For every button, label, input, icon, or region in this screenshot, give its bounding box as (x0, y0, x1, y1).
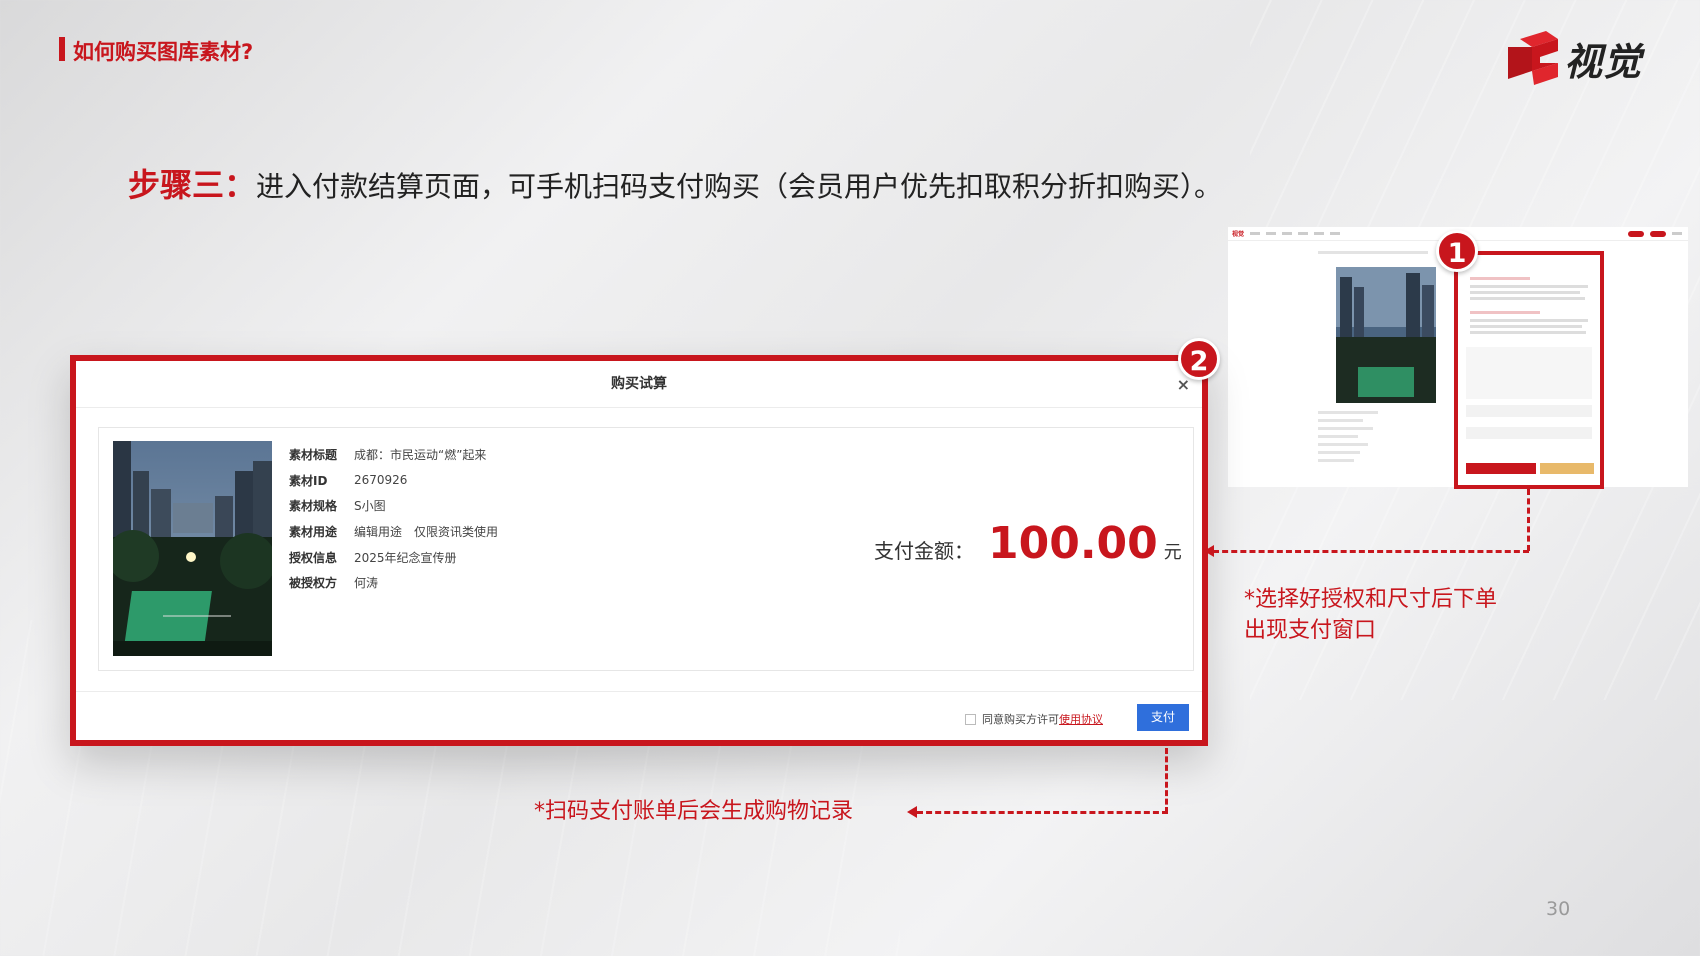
dialog-title: 购买试算 (611, 376, 667, 392)
agreement: 同意购买方许可使用协议 (965, 711, 1103, 727)
agreement-link[interactable]: 使用协议 (1059, 713, 1103, 726)
agree-text: 同意购买方许可 (982, 713, 1059, 726)
step-instruction: 步骤三：进入付款结算页面，可手机扫码支付购买（会员用户优先扣取积分折扣购买）。 (128, 160, 1222, 206)
pay-value: 100.00 (988, 518, 1158, 569)
order-fields: 素材标题 成都：市民运动“燃”起来 素材ID 2670926 素材规格 S小图 … (289, 442, 498, 596)
step-text: 进入付款结算页面，可手机扫码支付购买（会员用户优先扣取积分折扣购买）。 (256, 170, 1223, 203)
order-info-card: 素材标题 成都：市民运动“燃”起来 素材ID 2670926 素材规格 S小图 … (98, 427, 1194, 671)
note-bottom: *扫码支付账单后会生成购物记录 (534, 799, 854, 824)
field-row-license: 授权信息 2025年纪念宣传册 (289, 550, 457, 565)
page-title: 如何购买图库素材? (73, 40, 254, 64)
field-row-title: 素材标题 成都：市民运动“燃”起来 (289, 448, 487, 463)
dialog-header: 购买试算 × (76, 361, 1202, 408)
field-row-licensee: 被授权方 何涛 (289, 576, 379, 591)
purchase-dialog: 购买试算 × 素材标题 成都：市民运动“燃”起来 素材ID 2670926 素材… (70, 355, 1208, 746)
page-number: 30 (1546, 898, 1571, 920)
note-right: *选择好授权和尺寸后下单 出现支付窗口 (1244, 587, 1498, 643)
mini-logo: 视觉 (1232, 231, 1245, 238)
step-label: 步骤三： (128, 166, 257, 204)
mini-preview-image (1336, 267, 1436, 403)
connector-bottom-vertical (1165, 748, 1168, 813)
connector-bottom-horizontal (917, 811, 1168, 814)
product-thumbnail (113, 441, 272, 656)
title-accent-bar (59, 37, 65, 61)
pay-unit: 元 (1163, 542, 1182, 563)
agree-checkbox[interactable] (965, 713, 976, 725)
logo-mark-icon (1508, 31, 1558, 85)
step-badge-2: 2 (1178, 338, 1220, 380)
connector-right-horizontal (1213, 550, 1529, 553)
dialog-footer-divider (76, 691, 1202, 692)
arrow-left-icon (907, 806, 917, 818)
pay-amount: 支付金额： 100.00 元 (874, 518, 1182, 569)
pay-button[interactable]: 支付 (1137, 704, 1189, 731)
arrow-left-icon (1204, 545, 1214, 557)
logo-text: 视觉 (1564, 39, 1643, 84)
field-row-spec: 素材规格 S小图 (289, 499, 386, 514)
connector-right-vertical (1527, 489, 1530, 551)
mini-order-panel-highlight (1454, 251, 1604, 489)
brand-logo: 视觉 (1508, 28, 1642, 88)
step-badge-1: 1 (1436, 230, 1478, 272)
pay-label: 支付金额： (874, 539, 974, 563)
field-row-id: 素材ID 2670926 (289, 473, 408, 488)
field-row-usage: 素材用途 编辑用途 仅限资讯类使用 (289, 525, 499, 540)
